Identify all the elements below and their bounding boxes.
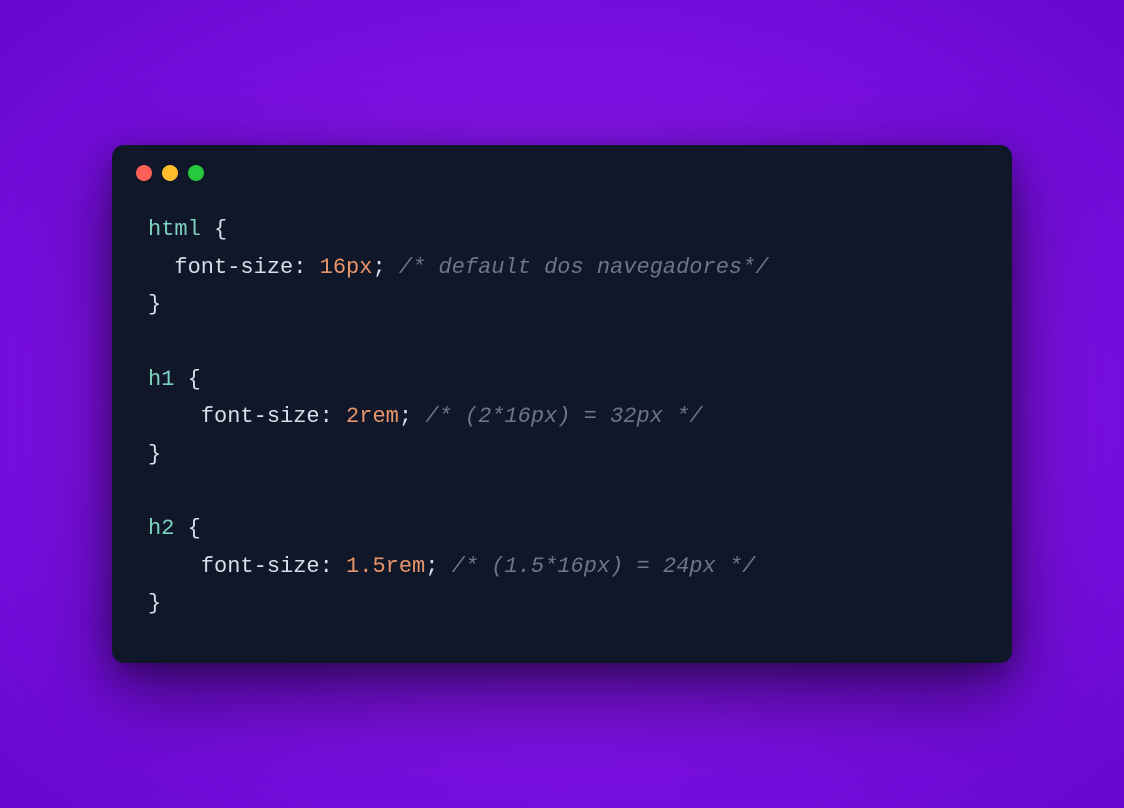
- close-brace: }: [148, 591, 161, 616]
- css-selector: h1: [148, 367, 174, 392]
- css-property: font-size: [201, 404, 320, 429]
- close-brace: }: [148, 292, 161, 317]
- css-comment: /* default dos navegadores*/: [399, 255, 769, 280]
- css-comment: /* (1.5*16px) = 24px */: [452, 554, 756, 579]
- colon: :: [320, 554, 346, 579]
- semicolon: ;: [399, 404, 425, 429]
- open-brace: {: [201, 217, 227, 242]
- css-comment: /* (2*16px) = 32px */: [425, 404, 702, 429]
- code-editor-window: html { font-size: 16px; /* default dos n…: [112, 145, 1012, 662]
- open-brace: {: [174, 367, 200, 392]
- open-brace: {: [174, 516, 200, 541]
- css-value: 1.5rem: [346, 554, 425, 579]
- minimize-icon[interactable]: [162, 165, 178, 181]
- css-property: font-size: [201, 554, 320, 579]
- indent: [148, 554, 201, 579]
- css-selector: h2: [148, 516, 174, 541]
- maximize-icon[interactable]: [188, 165, 204, 181]
- indent: [148, 404, 201, 429]
- css-value: 16px: [320, 255, 373, 280]
- css-property: font-size: [174, 255, 293, 280]
- css-value: 2rem: [346, 404, 399, 429]
- colon: :: [320, 404, 346, 429]
- css-selector: html: [148, 217, 201, 242]
- window-titlebar: [112, 145, 1012, 191]
- close-icon[interactable]: [136, 165, 152, 181]
- close-brace: }: [148, 442, 161, 467]
- code-block: html { font-size: 16px; /* default dos n…: [112, 191, 1012, 662]
- semicolon: ;: [372, 255, 398, 280]
- semicolon: ;: [425, 554, 451, 579]
- indent: [148, 255, 174, 280]
- colon: :: [293, 255, 319, 280]
